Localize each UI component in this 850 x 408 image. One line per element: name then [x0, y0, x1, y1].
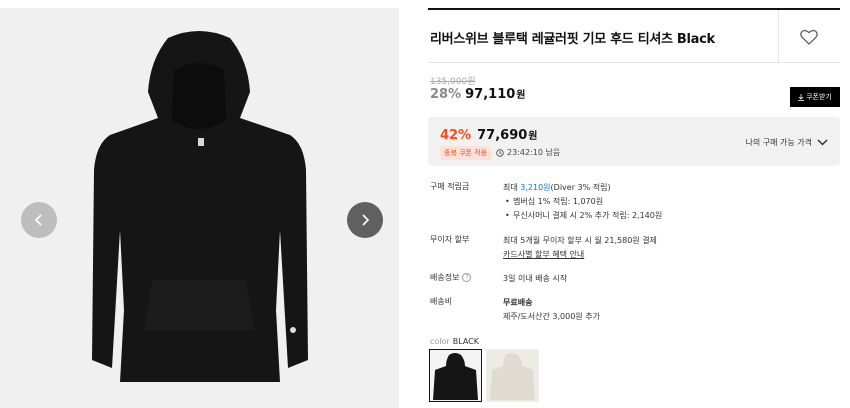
- chevron-left-icon: [34, 214, 42, 226]
- points-max-amount: 3,210원: [520, 183, 551, 192]
- coupon-download-button[interactable]: 쿠폰받기: [790, 87, 840, 107]
- shipping-info-value: 3일 이내 배송 시작: [503, 272, 833, 286]
- shipping-fee-value: 무료배송 제주/도서산간 3,000원 추가: [503, 296, 833, 324]
- shipping-info-text: 3일 이내 배송 시작: [503, 274, 568, 283]
- next-image-button[interactable]: [347, 202, 383, 238]
- timer-text: 23:42:10 남음: [507, 148, 561, 157]
- clock-icon: [496, 148, 504, 157]
- points-bullet-money: 무신사머니 결제 시 2% 추가 적립: 2,140원: [503, 209, 833, 223]
- points-value: 최대 3,210원(Diver 3% 적립) 멤버십 1% 적립: 1,070원…: [503, 181, 833, 223]
- selected-color: BLACK: [452, 337, 479, 346]
- countdown-timer: 23:42:10 남음: [496, 147, 560, 158]
- sale-price: 28% 97,110 원: [430, 86, 526, 102]
- coupon-button-label: 쿠폰받기: [806, 93, 832, 101]
- product-title: 리버스위브 블루택 레귤러핏 기모 후드 티셔츠 Black: [430, 32, 715, 47]
- installment-text: 최대 5개월 무이자 할부 시 월 21,580원 결제: [503, 236, 657, 245]
- divider: [778, 10, 779, 62]
- title-row: 리버스위브 블루택 레귤러핏 기모 후드 티셔츠 Black: [428, 8, 840, 63]
- help-icon[interactable]: ?: [462, 273, 472, 282]
- color-label: color BLACK: [430, 337, 479, 346]
- points-label: 구매 적립금: [430, 182, 470, 191]
- color-swatch-black[interactable]: [429, 349, 482, 402]
- product-image-gallery: [0, 8, 399, 408]
- sale-price-value: 97,110: [465, 87, 516, 102]
- installment-label: 무이자 할부: [430, 235, 470, 244]
- free-shipping-text: 무료배송: [503, 298, 533, 307]
- discount-percent: 28%: [430, 87, 462, 102]
- chevron-down-icon: [817, 139, 828, 146]
- island-shipping-text: 제주/도서산간 3,000원 추가: [503, 312, 600, 321]
- installment-value: 최대 5개월 무이자 할부 시 월 21,580원 결제 카드사별 할부 혜택 …: [503, 234, 833, 262]
- points-bullet-membership: 멤버십 1% 적립: 1,070원: [503, 195, 833, 209]
- benefit-price-value: 77,690: [477, 128, 528, 143]
- duplicate-coupon-badge: 중복 쿠폰 적용: [440, 146, 492, 160]
- shipping-info-label: 배송정보 ?: [430, 272, 500, 283]
- my-price-toggle[interactable]: 나의 구매 가능 가격: [745, 137, 828, 148]
- chevron-right-icon: [362, 214, 370, 226]
- installment-card-link[interactable]: 카드사별 할부 혜택 안내: [503, 248, 833, 262]
- points-max-prefix: 최대: [503, 183, 521, 192]
- download-icon: [798, 93, 805, 101]
- product-info-panel: 리버스위브 블루택 레귤러핏 기모 후드 티셔츠 Black 135,000원 …: [428, 0, 840, 408]
- my-price-label: 나의 구매 가능 가격: [745, 138, 812, 147]
- points-max: 최대 3,210원(Diver 3% 적립): [503, 181, 833, 195]
- benefit-price-box[interactable]: 42% 77,690 원 중복 쿠폰 적용 23:42:10 남음 나의 구매 …: [428, 117, 840, 166]
- currency-unit: 원: [516, 90, 526, 101]
- product-image-hoodie-black: [92, 31, 308, 382]
- benefit-price: 42% 77,690 원: [440, 127, 538, 143]
- color-label-text: color: [430, 337, 450, 346]
- shipping-fee-label: 배송비: [430, 297, 453, 306]
- benefit-discount-percent: 42%: [440, 128, 472, 143]
- shipping-info-label-text: 배송정보: [430, 273, 460, 282]
- wishlist-button[interactable]: [800, 29, 818, 49]
- heart-icon: [800, 29, 818, 45]
- swatch-image-ivory: [490, 353, 535, 400]
- benefit-currency-unit: 원: [528, 131, 538, 142]
- swatch-image-black: [433, 353, 478, 400]
- prev-image-button[interactable]: [21, 202, 57, 238]
- color-swatch-ivory[interactable]: [486, 349, 539, 402]
- points-max-suffix: (Diver 3% 적립): [550, 183, 611, 192]
